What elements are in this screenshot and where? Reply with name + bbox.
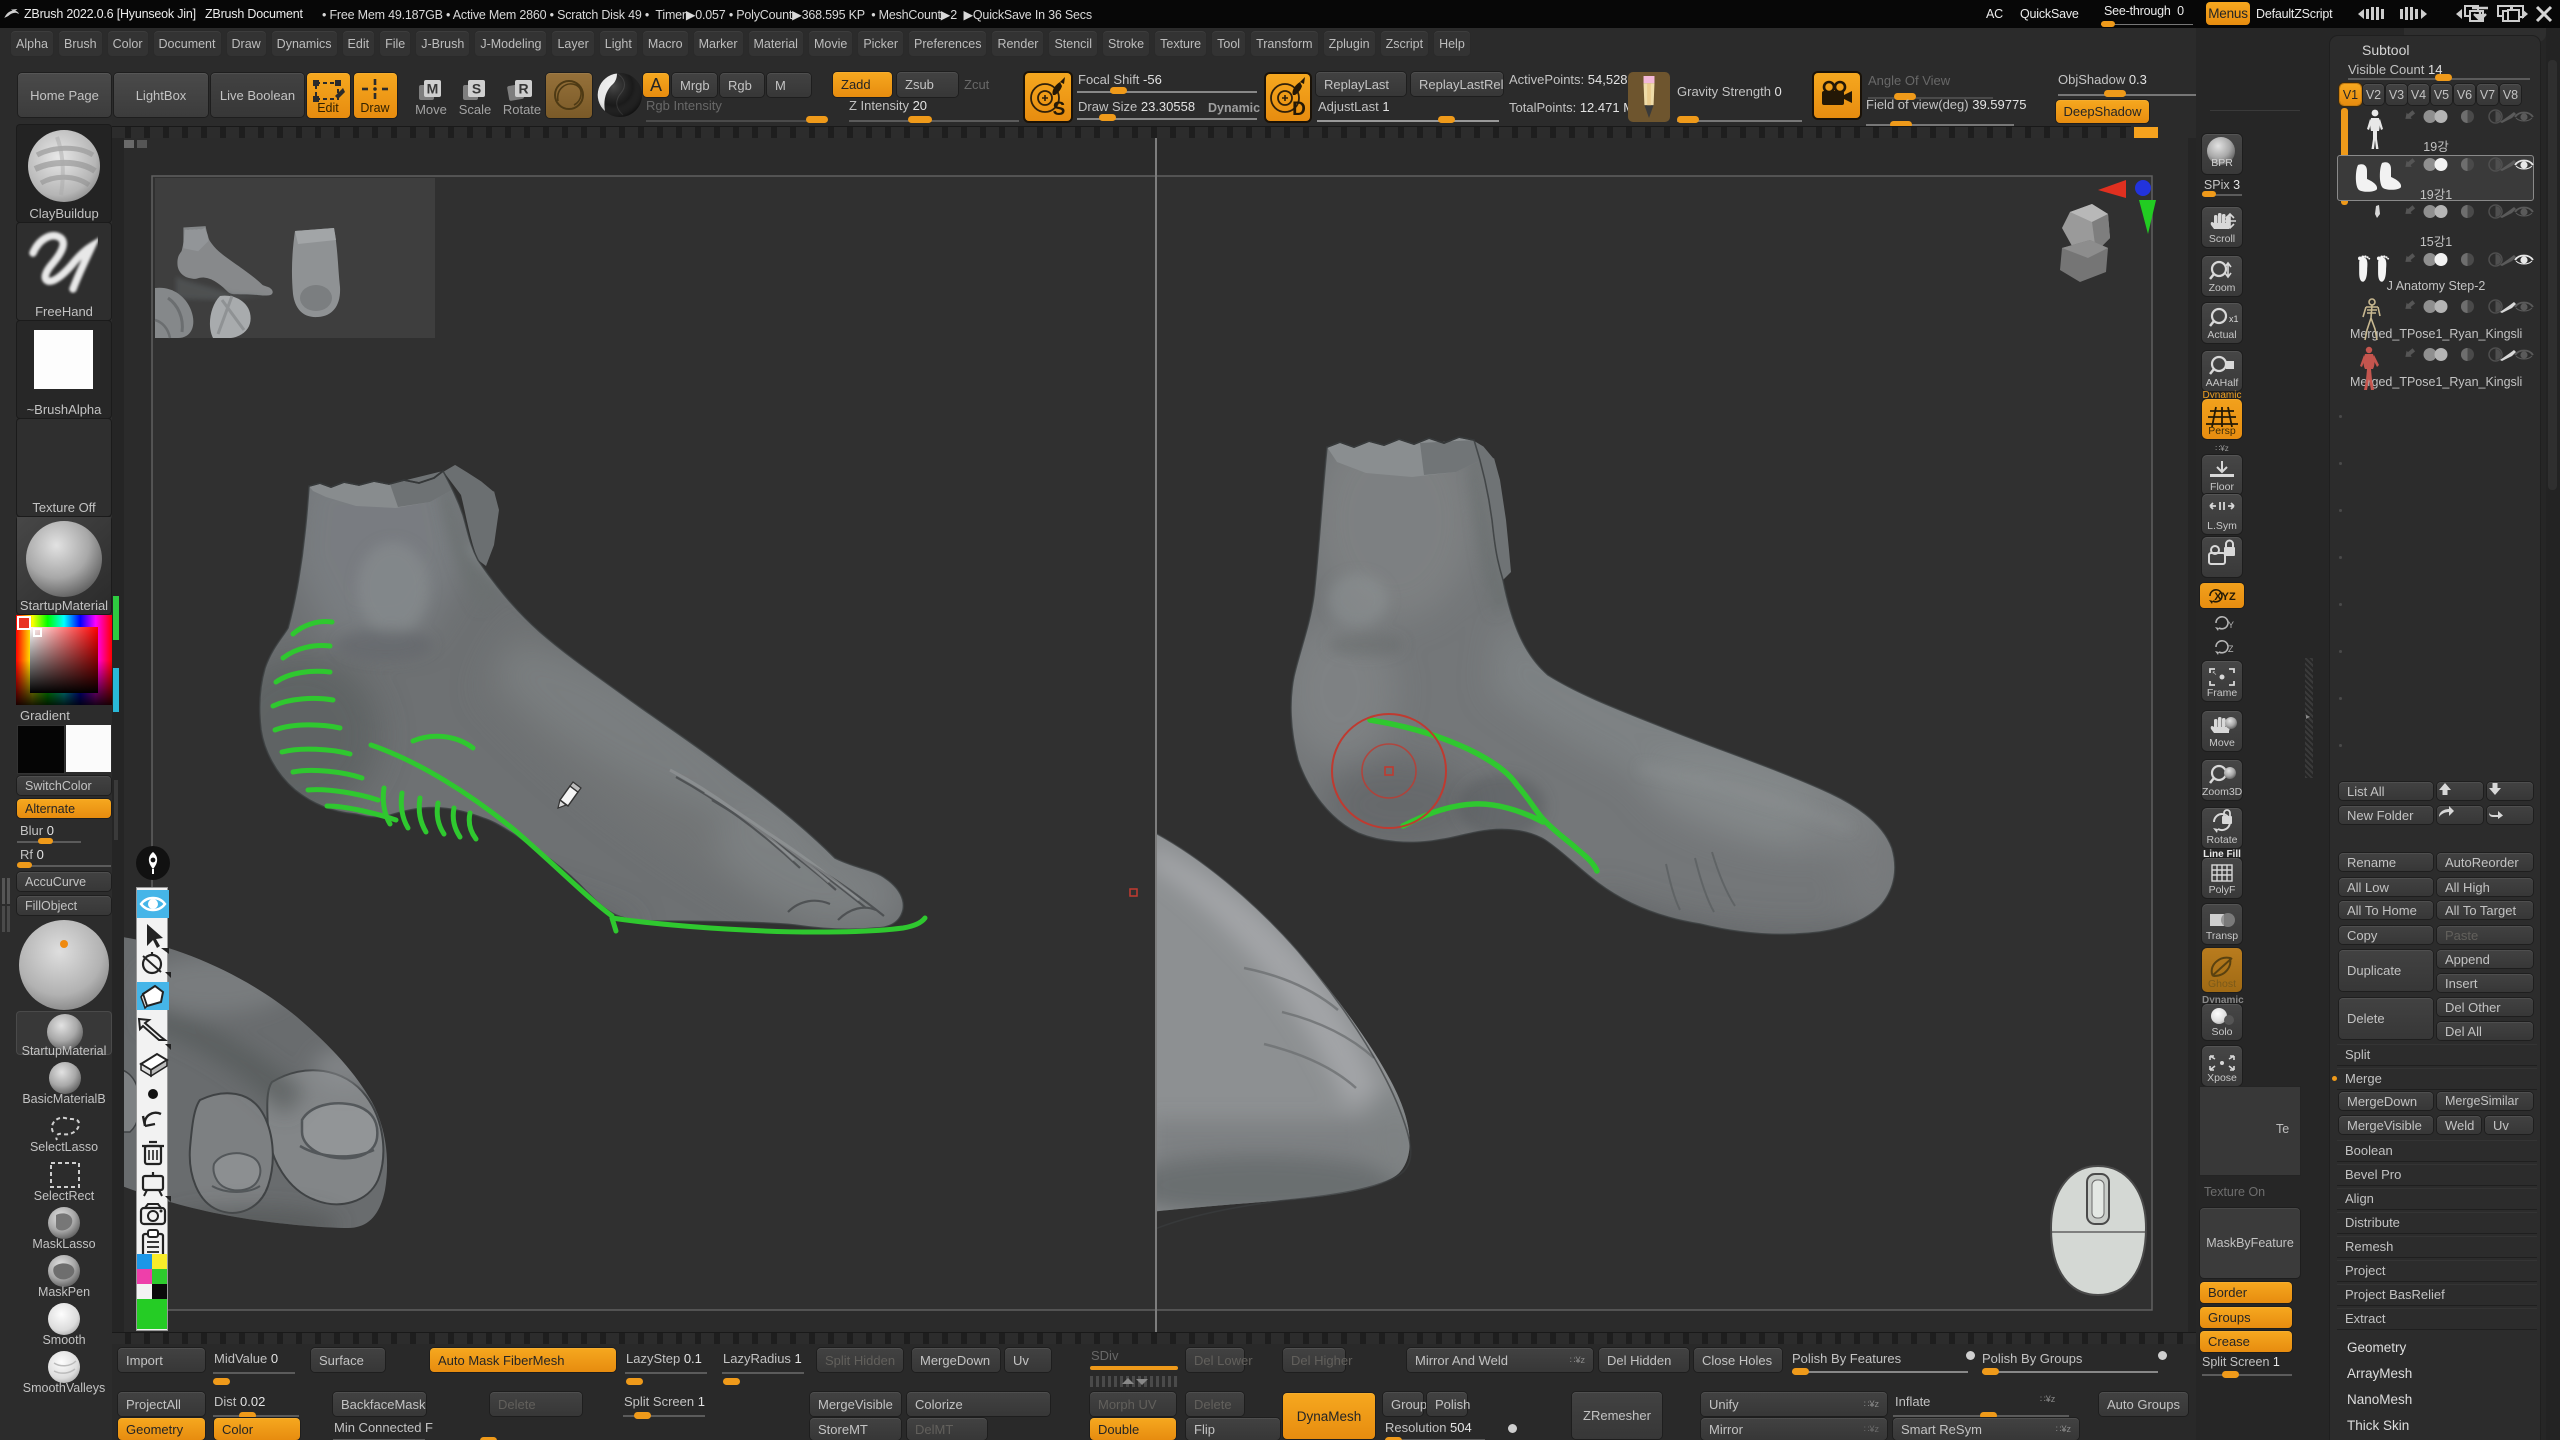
svg-text:Y: Y: [2228, 620, 2234, 630]
svg-text:x1: x1: [2229, 314, 2239, 324]
svg-text:XYZ: XYZ: [2214, 591, 2236, 603]
svg-text:↖: ↖: [2212, 671, 2217, 677]
svg-text:Z: Z: [2228, 644, 2234, 654]
